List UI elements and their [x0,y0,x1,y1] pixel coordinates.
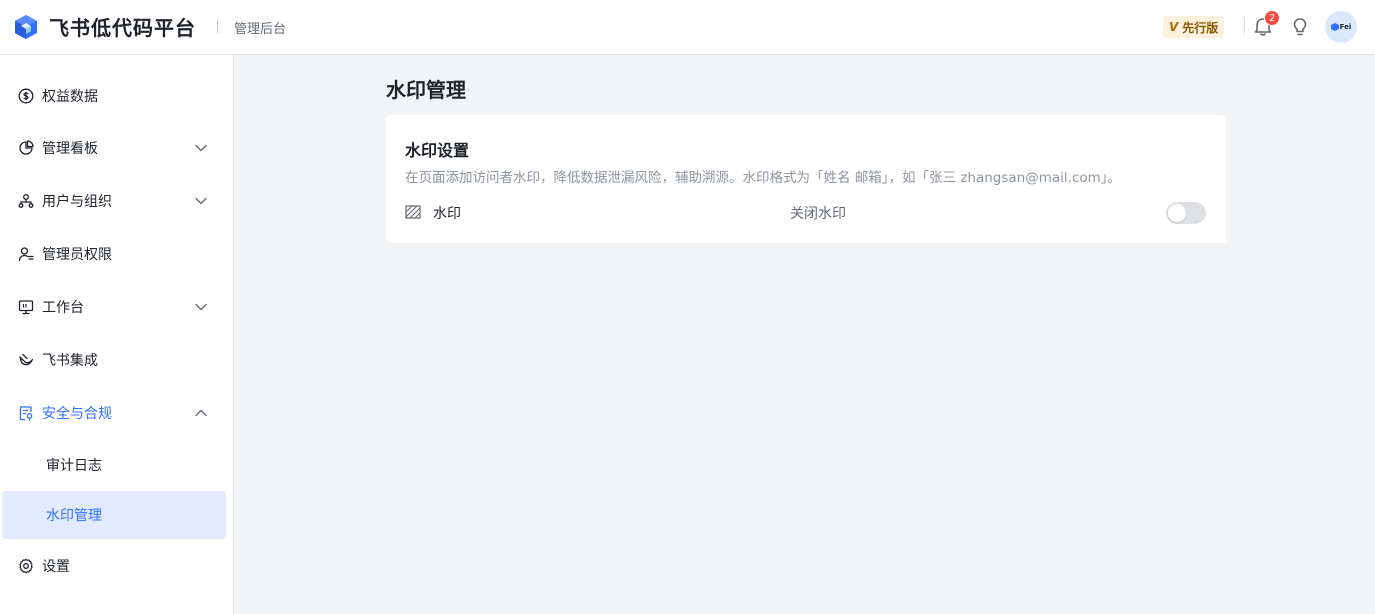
gear-icon [19,558,33,574]
notification-count-badge: 2 [1264,10,1281,26]
top-header: 飞书低代码平台 管理后台 V 先行版 2 Fei [0,0,1375,55]
watermark-label: 水印 [433,206,461,222]
sidebar-item-label: 安全与合规 [42,406,112,422]
sidebar-subitem-watermark-management[interactable]: 水印管理 [2,491,226,539]
page-title: 水印管理 [386,78,466,102]
sidebar-subitem-label: 水印管理 [46,508,102,524]
avatar-text: Fei [1339,23,1352,31]
sidebar-item-label: 管理看板 [42,141,98,157]
chevron-down-icon [195,197,207,205]
sidebar-item-label: 设置 [42,559,70,575]
dollar-circle-icon [18,88,34,104]
sidebar-subitem-audit-log[interactable]: 审计日志 [2,441,226,489]
watermark-toggle[interactable] [1166,202,1206,224]
feishu-integration-icon [19,353,34,366]
watermark-status-text: 关闭水印 [790,206,846,222]
sidebar-item-security-compliance[interactable]: 安全与合规 [0,389,234,437]
user-avatar[interactable]: Fei [1325,11,1357,43]
sidebar-item-label: 工作台 [42,300,84,316]
sidebar-item-workbench[interactable]: 工作台 [0,283,234,331]
admin-user-icon [18,247,34,262]
sidebar-item-settings[interactable]: 设置 [0,542,234,590]
header-divider [217,19,218,33]
monitor-icon [18,300,34,315]
card-title: 水印设置 [405,141,470,160]
preview-version-badge[interactable]: V 先行版 [1163,16,1225,38]
security-compliance-icon [19,406,33,421]
org-tree-icon [18,194,34,208]
sidebar-item-label: 管理员权限 [42,247,112,263]
sidebar-item-label: 用户与组织 [42,194,112,210]
sidebar-item-label: 飞书集成 [42,353,98,369]
pie-chart-icon [19,140,34,155]
sidebar-subitem-label: 审计日志 [46,458,102,474]
app-title: 飞书低代码平台 [49,16,196,40]
chevron-up-icon [195,409,207,417]
toggle-knob [1168,204,1186,222]
preview-version-label: 先行版 [1182,20,1219,35]
sidebar-item-admin-permissions[interactable]: 管理员权限 [0,230,234,278]
sidebar-item-label: 权益数据 [42,89,98,105]
header-subtitle: 管理后台 [234,22,287,37]
sidebar-item-feishu-integration[interactable]: 飞书集成 [0,336,234,384]
sidebar: 权益数据 管理看板 用户与组织 管理员权限 工作台 飞书集成 安全与合规 审计日… [0,55,234,614]
app-logo-icon[interactable] [13,14,39,40]
header-separator [1244,19,1245,35]
chevron-down-icon [195,303,207,311]
sidebar-item-dashboard[interactable]: 管理看板 [0,124,234,172]
version-v-icon: V [1169,20,1179,34]
chevron-down-icon [195,144,207,152]
lightbulb-help-icon[interactable] [1289,16,1311,38]
card-description: 在页面添加访问者水印，降低数据泄漏风险，辅助溯源。水印格式为「姓名 邮箱」，如「… [405,170,1122,186]
watermark-settings-card: 水印设置 在页面添加访问者水印，降低数据泄漏风险，辅助溯源。水印格式为「姓名 邮… [386,115,1226,243]
watermark-icon [405,205,421,219]
sidebar-item-users-org[interactable]: 用户与组织 [0,177,234,225]
avatar-logo-icon [1330,23,1339,31]
sidebar-item-benefits-data[interactable]: 权益数据 [0,72,234,120]
